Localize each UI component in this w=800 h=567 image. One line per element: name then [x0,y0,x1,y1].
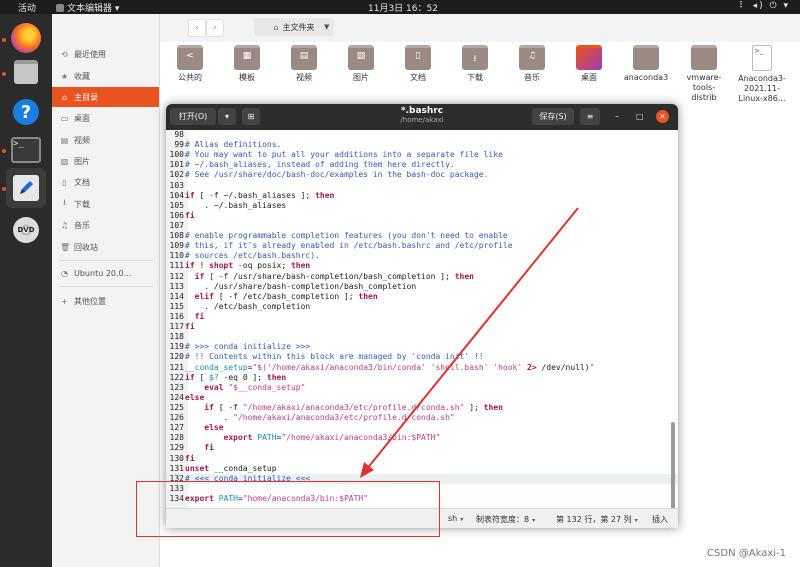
watermark: CSDN @Akaxi-1 [707,548,786,559]
arrow-head [360,462,374,478]
annotation-arrow [360,207,579,478]
arrow-line [365,207,579,471]
